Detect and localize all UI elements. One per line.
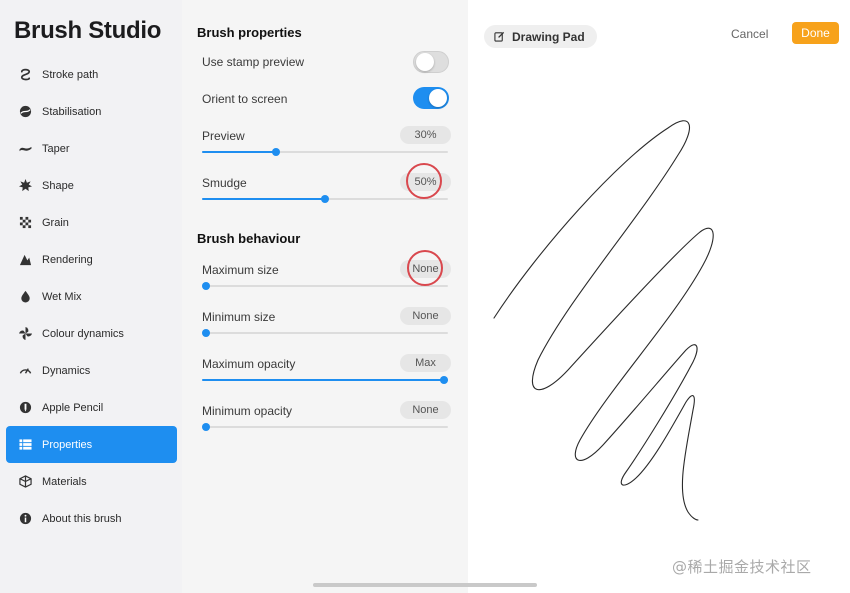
minimum-size-slider[interactable]: [202, 326, 448, 340]
grain-icon: [18, 216, 32, 230]
slider-thumb[interactable]: [271, 148, 280, 156]
slider-track: [202, 332, 448, 334]
sidebar-item-wet-mix[interactable]: Wet Mix: [6, 278, 177, 315]
preview-label: Preview: [202, 129, 245, 143]
use-stamp-preview-label: Use stamp preview: [202, 55, 305, 69]
drawing-canvas[interactable]: [468, 0, 850, 593]
sidebar-item-apple-pencil[interactable]: Apple Pencil: [6, 389, 177, 426]
slider-thumb[interactable]: [202, 282, 210, 290]
watermark: @稀土掘金技术社区: [672, 558, 812, 576]
sidebar-item-label: Shape: [42, 179, 74, 192]
sidebar-item-label: Colour dynamics: [42, 327, 124, 340]
preview-value[interactable]: 30%: [400, 126, 451, 144]
smudge-label: Smudge: [202, 176, 247, 190]
rendering-icon: [18, 253, 32, 267]
sidebar-item-label: Materials: [42, 475, 87, 488]
maximum-opacity-label: Maximum opacity: [202, 357, 296, 371]
sidebar-item-label: Taper: [42, 142, 70, 155]
materials-icon: [18, 475, 32, 489]
sidebar-item-label: Grain: [42, 216, 69, 229]
slider-fill: [202, 198, 325, 200]
sidebar: Brush Studio Stroke path Stabilisation T…: [0, 0, 182, 593]
properties-icon: [18, 438, 32, 452]
sidebar-item-properties[interactable]: Properties: [6, 426, 177, 463]
maximum-opacity-slider[interactable]: [202, 373, 448, 387]
taper-icon: [18, 142, 32, 156]
sidebar-nav: Stroke path Stabilisation Taper Shape Gr…: [6, 56, 177, 537]
slider-track: [202, 285, 448, 287]
sidebar-item-taper[interactable]: Taper: [6, 130, 177, 167]
minimum-size-label: Minimum size: [202, 310, 276, 324]
about-icon: [18, 512, 32, 526]
sidebar-item-label: Dynamics: [42, 364, 91, 377]
shape-icon: [18, 179, 32, 193]
brush-stroke: [493, 120, 714, 521]
sidebar-item-label: Stroke path: [42, 68, 99, 81]
sidebar-item-stabilisation[interactable]: Stabilisation: [6, 93, 177, 130]
maximum-opacity-value[interactable]: Max: [400, 354, 451, 372]
brush-properties-title: Brush properties: [197, 25, 302, 40]
sidebar-item-label: Apple Pencil: [42, 401, 104, 414]
sidebar-item-grain[interactable]: Grain: [6, 204, 177, 241]
minimum-opacity-value[interactable]: None: [400, 401, 451, 419]
settings-panel: Brush properties Use stamp preview Orien…: [182, 0, 468, 593]
slider-thumb[interactable]: [202, 423, 210, 431]
colour-dynamics-icon: [18, 327, 32, 341]
slider-track: [202, 426, 448, 428]
preview-slider[interactable]: [202, 145, 448, 159]
sidebar-item-materials[interactable]: Materials: [6, 463, 177, 500]
sidebar-item-label: Wet Mix: [42, 290, 82, 303]
minimum-size-value[interactable]: None: [400, 307, 451, 325]
sidebar-item-rendering[interactable]: Rendering: [6, 241, 177, 278]
sidebar-item-shape[interactable]: Shape: [6, 167, 177, 204]
sidebar-item-label: Stabilisation: [42, 105, 102, 118]
sidebar-item-colour-dynamics[interactable]: Colour dynamics: [6, 315, 177, 352]
maximum-size-value[interactable]: None: [400, 260, 451, 278]
toggle-knob: [429, 89, 447, 107]
sidebar-item-about-this-brush[interactable]: About this brush: [6, 500, 177, 537]
home-indicator: [313, 583, 537, 587]
slider-fill: [202, 151, 276, 153]
apple-pencil-icon: [18, 401, 32, 415]
minimum-opacity-slider[interactable]: [202, 420, 448, 434]
maximum-size-slider[interactable]: [202, 279, 448, 293]
sidebar-item-label: Properties: [42, 438, 93, 451]
stabilisation-icon: [18, 105, 32, 119]
sidebar-item-label: Rendering: [42, 253, 93, 266]
slider-thumb[interactable]: [440, 376, 448, 384]
sidebar-item-stroke-path[interactable]: Stroke path: [6, 56, 177, 93]
orient-to-screen-label: Orient to screen: [202, 92, 288, 106]
brush-behaviour-title: Brush behaviour: [197, 231, 301, 246]
slider-thumb[interactable]: [321, 195, 329, 203]
wet-mix-icon: [18, 290, 32, 304]
stroke-path-icon: [18, 68, 32, 82]
maximum-size-label: Maximum size: [202, 263, 279, 277]
slider-thumb[interactable]: [202, 329, 210, 337]
slider-fill: [202, 379, 448, 381]
smudge-value[interactable]: 50%: [400, 173, 451, 191]
sidebar-item-dynamics[interactable]: Dynamics: [6, 352, 177, 389]
minimum-opacity-label: Minimum opacity: [202, 404, 293, 418]
app-title: Brush Studio: [14, 17, 162, 44]
sidebar-item-label: About this brush: [42, 512, 122, 525]
dynamics-icon: [18, 364, 32, 378]
toggle-knob: [416, 53, 434, 71]
use-stamp-preview-toggle[interactable]: [413, 51, 449, 73]
smudge-slider[interactable]: [202, 192, 448, 206]
orient-to-screen-toggle[interactable]: [413, 87, 449, 109]
